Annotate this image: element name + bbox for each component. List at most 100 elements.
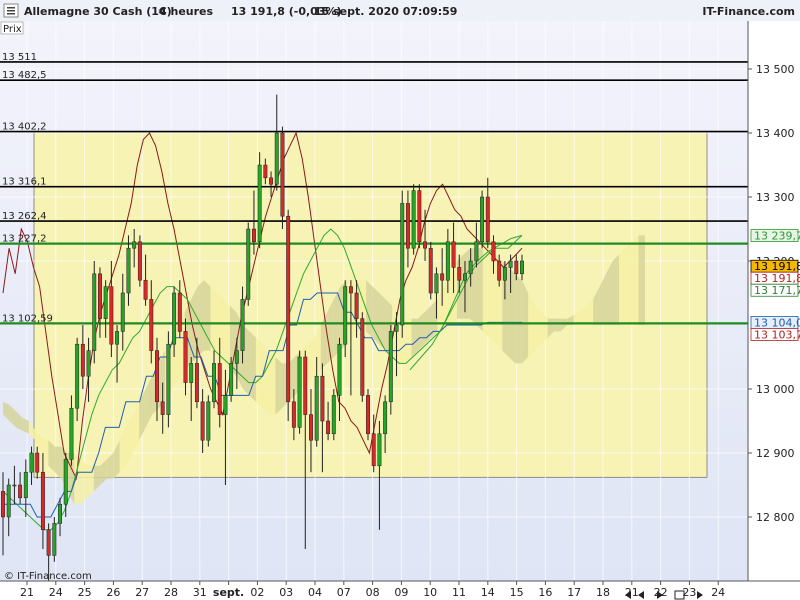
candle-body bbox=[1, 491, 5, 518]
candle-body bbox=[217, 363, 222, 415]
x-tick-label: 26 bbox=[106, 586, 120, 599]
candle-body bbox=[514, 260, 519, 275]
candle-body bbox=[200, 401, 205, 441]
value-tag-label: 13 239,7 bbox=[754, 230, 800, 243]
cloud-segment bbox=[521, 280, 529, 364]
candle-body bbox=[434, 273, 439, 294]
candle-body bbox=[326, 420, 331, 435]
candle-body bbox=[86, 350, 91, 377]
candle-body bbox=[411, 190, 416, 249]
candle-body bbox=[497, 260, 502, 281]
x-tick-label: 10 bbox=[423, 586, 437, 599]
cloud-segment bbox=[307, 337, 315, 383]
candle-body bbox=[63, 459, 68, 505]
candle-body bbox=[286, 215, 291, 403]
cloud-segment bbox=[366, 280, 373, 338]
candle-body bbox=[423, 241, 428, 249]
candle-body bbox=[109, 286, 114, 345]
y-tick-label: 13 400 bbox=[756, 127, 795, 140]
value-tag-label: 13 103,7 bbox=[754, 328, 800, 341]
y-tick-label: 13 000 bbox=[756, 383, 795, 396]
cloud-segment bbox=[210, 286, 217, 357]
candle-body bbox=[240, 299, 245, 351]
candle-body bbox=[480, 196, 485, 243]
candle-body bbox=[343, 286, 348, 345]
candle-body bbox=[485, 196, 490, 243]
candle-body bbox=[348, 286, 353, 294]
cloud-segment bbox=[554, 318, 561, 332]
x-tick-label: 21 bbox=[625, 586, 639, 599]
x-tick-label: 11 bbox=[452, 586, 466, 599]
cloud-segment bbox=[534, 305, 542, 351]
cloud-segment bbox=[418, 312, 425, 351]
value-tag-label: 13 171,7 bbox=[754, 284, 800, 297]
candle-body bbox=[377, 433, 382, 467]
pan-right-icon[interactable] bbox=[697, 591, 703, 599]
instrument-title: Allemagne 30 Cash (1€) bbox=[24, 5, 172, 18]
y-tick-label: 12 900 bbox=[756, 447, 795, 460]
candle-body bbox=[354, 292, 359, 319]
x-tick-label: sept. bbox=[213, 586, 244, 599]
brand-label: IT-Finance.com bbox=[702, 5, 795, 18]
level-label: 13 227,2 bbox=[2, 234, 47, 245]
candle-body bbox=[520, 260, 524, 275]
cloud-segment bbox=[80, 459, 88, 505]
candle-body bbox=[18, 484, 23, 499]
cloud-segment bbox=[515, 273, 522, 364]
cloud-segment bbox=[268, 350, 276, 415]
cloud-segment bbox=[612, 254, 620, 325]
cloud-segment bbox=[463, 248, 470, 319]
x-tick-label: 21 bbox=[20, 586, 34, 599]
y-tick-label: 12 800 bbox=[756, 511, 795, 524]
cloud-segment bbox=[217, 293, 224, 364]
x-tick-label: 08 bbox=[366, 586, 380, 599]
candle-body bbox=[502, 267, 507, 281]
candle-body bbox=[297, 356, 302, 428]
candle-body bbox=[120, 292, 125, 332]
candle-body bbox=[103, 286, 108, 319]
pan-left-icon[interactable] bbox=[638, 591, 644, 599]
cloud-segment bbox=[632, 235, 639, 325]
candle-body bbox=[417, 190, 422, 243]
candle-body bbox=[463, 273, 467, 281]
level-label: 13 482,5 bbox=[2, 70, 47, 81]
x-axis-ticks: 21 24 25 26 27 28 31 sept. 02 03 04 07 08 09 10 11 14 15 1… bbox=[20, 581, 725, 599]
candle-body bbox=[400, 203, 405, 326]
candle-body bbox=[223, 395, 228, 415]
candle-body bbox=[366, 395, 370, 435]
cloud-segment bbox=[638, 235, 645, 325]
y-tick-label: 13 300 bbox=[756, 191, 795, 204]
candle-body bbox=[360, 318, 365, 396]
cloud-segment bbox=[379, 293, 386, 351]
x-tick-label: 27 bbox=[135, 586, 149, 599]
cloud-segment bbox=[405, 318, 412, 364]
candle-body bbox=[251, 228, 256, 243]
candle-body bbox=[331, 395, 336, 435]
cloud-segment bbox=[489, 248, 496, 345]
x-tick-label: 18 bbox=[596, 586, 610, 599]
candle-body bbox=[194, 363, 199, 403]
candle-body bbox=[40, 471, 45, 531]
candle-body bbox=[445, 241, 450, 281]
cloud-segment bbox=[625, 241, 633, 325]
candle-body bbox=[6, 484, 11, 518]
candle-body bbox=[234, 350, 239, 364]
candle-body bbox=[491, 241, 496, 262]
quote-datetime: 15 sept. 2020 07:09:59 bbox=[314, 5, 457, 18]
candle-body bbox=[143, 279, 148, 300]
candle-body bbox=[428, 247, 433, 294]
candle-body bbox=[274, 132, 279, 185]
candle-body bbox=[383, 401, 388, 435]
candle-body bbox=[115, 331, 120, 345]
x-tick-label: 15 bbox=[510, 586, 524, 599]
level-label: 13 402,2 bbox=[2, 122, 47, 133]
candle-body bbox=[388, 331, 393, 403]
x-tick-label: 07 bbox=[337, 586, 351, 599]
cloud-segment bbox=[197, 280, 205, 357]
x-tick-label: 31 bbox=[193, 586, 207, 599]
y-tick-label: 13 500 bbox=[756, 63, 795, 76]
x-tick-label: 16 bbox=[538, 586, 552, 599]
candle-body bbox=[12, 484, 17, 487]
menu-icon[interactable] bbox=[3, 3, 19, 18]
candle-body bbox=[183, 331, 188, 383]
